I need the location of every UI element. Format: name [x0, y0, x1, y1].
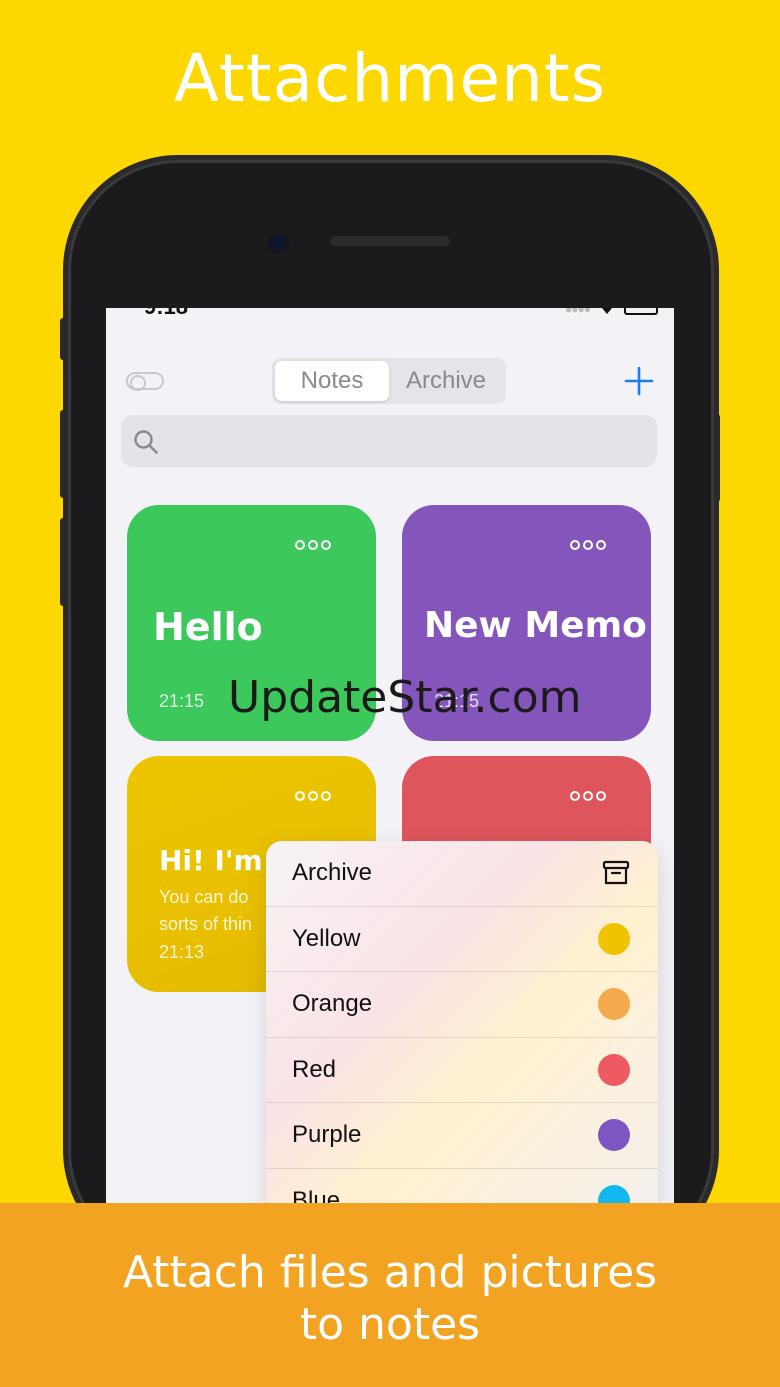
note-title: Hello: [153, 605, 263, 649]
mute-switch: [60, 318, 68, 360]
battery-icon: [624, 308, 658, 315]
archive-box-icon: [602, 861, 630, 885]
red-swatch-icon: [598, 1053, 630, 1086]
menu-item-label: Red: [292, 1055, 337, 1083]
front-camera: [270, 235, 286, 251]
menu-item-orange[interactable]: Orange: [266, 972, 658, 1038]
status-icons: ●●●●: [565, 308, 658, 316]
status-time: 9:18: [144, 308, 188, 320]
search-icon: [134, 430, 158, 454]
header-title: Attachments: [173, 40, 607, 117]
more-icon[interactable]: [294, 539, 332, 551]
note-body-line: sorts of thin: [159, 914, 253, 934]
signal-icon: ●●●●: [565, 308, 591, 316]
note-context-menu: Archive Yellow Orange Red Purple Blue: [266, 841, 658, 1208]
more-icon[interactable]: [294, 790, 332, 802]
menu-item-label: Purple: [292, 1121, 362, 1149]
purple-swatch-icon: [598, 1119, 630, 1152]
note-time: 21:13: [159, 942, 205, 962]
menu-item-label: Archive: [292, 859, 373, 887]
yellow-swatch-icon: [598, 922, 630, 955]
menu-item-red[interactable]: Red: [266, 1038, 658, 1103]
note-title: New Memo: [424, 605, 647, 646]
note-title: Hi! I'm: [159, 844, 263, 877]
wifi-icon: [602, 308, 612, 314]
menu-item-label: Yellow: [292, 924, 361, 952]
note-time: 21:15: [159, 691, 205, 711]
menu-item-archive[interactable]: Archive: [266, 841, 658, 907]
notes-archive-segmented-control: Notes Archive: [272, 358, 506, 404]
watermark: UpdateStar.com: [228, 672, 582, 723]
menu-item-yellow[interactable]: Yellow: [266, 907, 658, 972]
menu-item-label: Orange: [292, 990, 373, 1018]
volume-up-button: [60, 410, 68, 498]
more-icon[interactable]: [569, 790, 607, 802]
banner-caption: Attach files and pictures to notes: [0, 1247, 780, 1351]
earpiece-speaker: [330, 236, 450, 246]
app-screen: 9:18 ●●●● Notes Archive Hello 21:15: [106, 308, 674, 1208]
tab-archive[interactable]: Archive: [389, 361, 503, 401]
volume-down-button: [60, 518, 68, 606]
bottom-banner: Attach files and pictures to notes: [0, 1203, 780, 1387]
more-icon[interactable]: [569, 539, 607, 551]
note-body: You can do sorts of thin: [159, 884, 252, 938]
tab-notes[interactable]: Notes: [275, 361, 389, 401]
banner-line: Attach files and pictures: [122, 1247, 658, 1298]
note-body-line: You can do: [159, 887, 249, 907]
banner-line: to notes: [299, 1299, 481, 1350]
plus-icon[interactable]: [624, 366, 654, 396]
search-input[interactable]: [121, 415, 657, 467]
menu-item-purple[interactable]: Purple: [266, 1103, 658, 1169]
toggle-icon[interactable]: [126, 372, 164, 391]
orange-swatch-icon: [598, 988, 630, 1021]
